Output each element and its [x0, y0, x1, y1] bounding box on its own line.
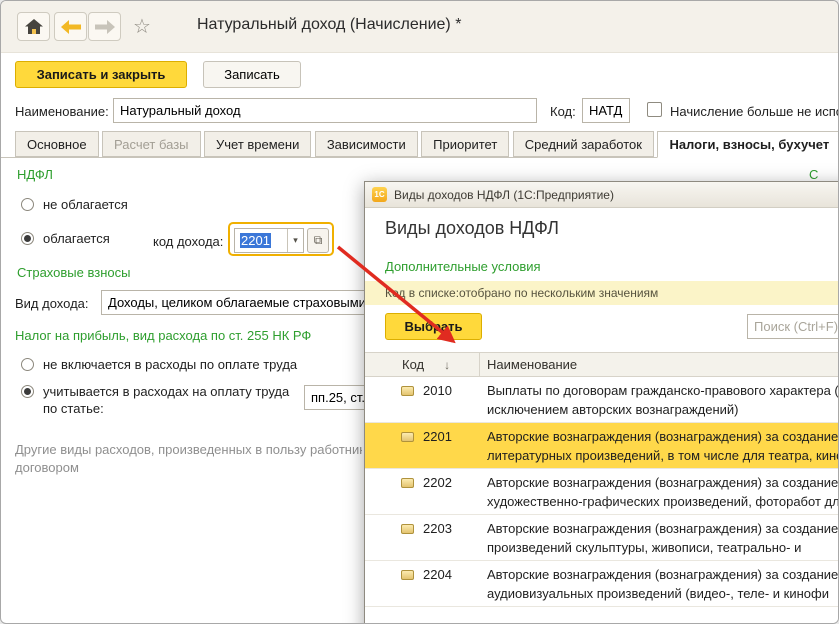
income-code-label: код дохода:: [153, 234, 224, 249]
tab-priority[interactable]: Приоритет: [421, 131, 510, 157]
open-choice-button[interactable]: ⧉: [307, 228, 329, 253]
row-description: Выплаты по договорам гражданско-правовог…: [487, 383, 839, 417]
radio-circle-icon: [21, 385, 34, 398]
other-expenses-note: Другие виды расходов, произведенных в по…: [15, 442, 362, 475]
save-button[interactable]: Записать: [203, 61, 301, 88]
top-right-link[interactable]: С: [809, 167, 818, 182]
home-button[interactable]: [17, 12, 50, 41]
dialog-titlebar-text: Виды доходов НДФЛ (1С:Предприятие): [394, 187, 614, 202]
row-description: Авторские вознаграждения (вознаграждения…: [487, 429, 839, 463]
select-button[interactable]: Выбрать: [385, 313, 482, 340]
additional-conditions-link[interactable]: Дополнительные условия: [385, 259, 541, 274]
radio-included-label-line2: по статье:: [43, 401, 104, 416]
radio-taxed[interactable]: облагается: [21, 231, 110, 246]
row-code: 2203: [423, 521, 452, 536]
catalog-item-icon: [401, 478, 414, 488]
name-input[interactable]: [113, 98, 537, 123]
catalog-item-icon: [401, 432, 414, 442]
flag-label: Начисление больше не используется: [670, 104, 838, 119]
dialog-title: Виды доходов НДФЛ: [385, 218, 559, 238]
radio-not-included-label: не включается в расходы по оплате труда: [43, 357, 298, 372]
filter-info-bar: Код в списке:отобрано по нескольким знач…: [365, 281, 838, 305]
dialog-titlebar: 1С Виды доходов НДФЛ (1С:Предприятие): [365, 182, 838, 208]
name-label: Наименование:: [15, 104, 109, 119]
row-code: 2010: [423, 383, 452, 398]
back-button[interactable]: [54, 12, 87, 41]
income-code-value: 2201: [240, 233, 271, 248]
row-description: Авторские вознаграждения (вознаграждения…: [487, 567, 839, 601]
income-types-dialog: 1С Виды доходов НДФЛ (1С:Предприятие) Ви…: [364, 181, 839, 623]
tab-main[interactable]: Основное: [15, 131, 99, 157]
tab-time[interactable]: Учет времени: [203, 131, 312, 157]
radio-circle-icon: [21, 232, 34, 245]
row-description: Авторские вознаграждения (вознаграждения…: [487, 521, 839, 555]
1c-logo-icon: 1С: [372, 187, 387, 202]
row-code: 2204: [423, 567, 452, 582]
radio-not-taxed[interactable]: не облагается: [21, 197, 128, 212]
radio-circle-icon: [21, 198, 34, 211]
radio-not-included[interactable]: не включается в расходы по оплате труда: [21, 357, 297, 372]
tab-average[interactable]: Средний заработок: [512, 131, 654, 157]
row-description: Авторские вознаграждения (вознаграждения…: [487, 475, 839, 509]
radio-included-label-line1: учитывается в расходах на оплату труда: [43, 384, 290, 399]
forward-arrow-icon: [94, 19, 115, 34]
radio-circle-icon: [21, 358, 34, 371]
back-arrow-icon: [60, 19, 81, 34]
code-input[interactable]: [582, 98, 630, 123]
catalog-item-icon: [401, 386, 414, 396]
tab-dependencies[interactable]: Зависимости: [314, 131, 418, 157]
table-row-selected[interactable]: 2201 Авторские вознаграждения (вознаграж…: [365, 423, 839, 469]
radio-included[interactable]: учитывается в расходах на оплату труда п…: [21, 383, 289, 417]
page-title: Натуральный доход (Начисление) *: [197, 16, 462, 33]
section-insurance: Страховые взносы: [17, 265, 131, 280]
income-type-label: Вид дохода:: [15, 296, 89, 311]
sort-desc-icon: ↓: [444, 357, 451, 372]
tab-calc-base: Расчет базы: [102, 131, 201, 157]
section-ndfl: НДФЛ: [17, 167, 53, 182]
column-header-name[interactable]: Наименование: [480, 353, 838, 376]
tab-bar: Основное Расчет базы Учет времени Зависи…: [1, 131, 838, 158]
save-and-close-button[interactable]: Записать и закрыть: [15, 61, 187, 88]
tab-taxes[interactable]: Налоги, взносы, бухучет: [657, 131, 838, 158]
table-row[interactable]: 2203 Авторские вознаграждения (вознаграж…: [365, 515, 839, 561]
table-row[interactable]: 2204 Авторские вознаграждения (вознаграж…: [365, 561, 839, 607]
section-profit-tax: Налог на прибыль, вид расхода по ст. 255…: [15, 328, 312, 343]
column-header-code[interactable]: Код ↓: [365, 353, 480, 376]
main-toolbar: ☆ Натуральный доход (Начисление) *: [1, 1, 838, 53]
code-label: Код:: [550, 104, 576, 119]
flag-checkbox[interactable]: [647, 102, 662, 117]
radio-taxed-label: облагается: [43, 231, 110, 246]
search-input[interactable]: [747, 314, 838, 339]
forward-button[interactable]: [88, 12, 121, 41]
row-code: 2202: [423, 475, 452, 490]
row-code: 2201: [423, 429, 452, 444]
radio-not-taxed-label: не облагается: [43, 197, 128, 212]
table-header: Код ↓ Наименование: [365, 352, 838, 377]
table-row[interactable]: 2202 Авторские вознаграждения (вознаграж…: [365, 469, 839, 515]
table-body: 2010 Выплаты по договорам гражданско-пра…: [365, 377, 839, 607]
catalog-item-icon: [401, 570, 414, 580]
home-icon: [24, 19, 43, 34]
catalog-item-icon: [401, 524, 414, 534]
chevron-down-icon[interactable]: ▾: [287, 229, 303, 252]
income-code-field[interactable]: 2201 ▾: [234, 228, 304, 253]
table-row[interactable]: 2010 Выплаты по договорам гражданско-пра…: [365, 377, 839, 423]
favorites-star-icon[interactable]: ☆: [133, 14, 151, 39]
app-window: ☆ Натуральный доход (Начисление) * Запис…: [0, 0, 839, 624]
